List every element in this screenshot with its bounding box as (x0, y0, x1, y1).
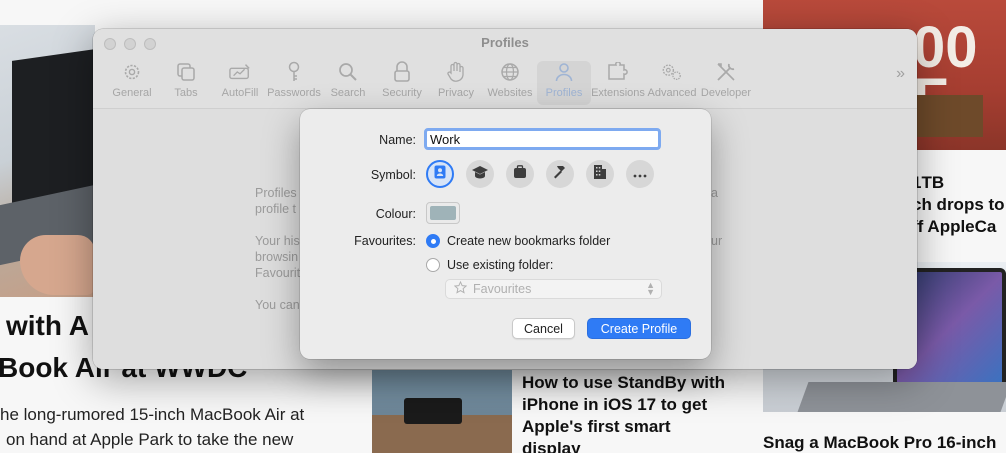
symbol-option-building[interactable] (586, 160, 614, 188)
star-icon (453, 280, 468, 297)
colour-well[interactable] (426, 202, 460, 224)
radio-label: Use existing folder: (447, 258, 554, 272)
tabs-icon (175, 61, 197, 83)
tab-passwords[interactable]: Passwords (267, 61, 321, 105)
window-titlebar: Profiles General Tabs AutoFill Passwords… (93, 29, 917, 109)
tab-tabs[interactable]: Tabs (159, 61, 213, 105)
tab-security[interactable]: Security (375, 61, 429, 105)
body-left-1: he long-rumored 15-inch MacBook Air at (0, 405, 305, 424)
tab-extensions[interactable]: Extensions (591, 61, 645, 105)
story-right-1[interactable]: 1TB ch drops to ff AppleCa (912, 172, 1005, 238)
tab-developer[interactable]: Developer (699, 61, 753, 105)
search-icon (337, 61, 359, 83)
tab-autofill[interactable]: AutoFill (213, 61, 267, 105)
body-left-2: on hand at Apple Park to take the new (6, 430, 294, 449)
graduation-cap-icon (471, 165, 489, 184)
symbol-picker (426, 160, 654, 188)
folder-select-value: Favourites (473, 282, 532, 296)
create-profile-button[interactable]: Create Profile (587, 318, 691, 339)
tab-general[interactable]: General (105, 61, 159, 105)
building-icon (593, 164, 607, 185)
article-image-laptop[interactable] (0, 25, 95, 297)
tab-search[interactable]: Search (321, 61, 375, 105)
story-center[interactable]: How to use StandBy with iPhone in iOS 17… (522, 372, 725, 453)
tab-profiles[interactable]: Profiles (537, 61, 591, 105)
puzzle-icon (607, 61, 629, 83)
toolbar-overflow-icon[interactable]: » (896, 65, 905, 83)
key-icon (283, 61, 305, 83)
colour-label: Colour: (375, 207, 416, 221)
ghost-text: browsin (255, 250, 299, 264)
ghost-text: profile t (255, 202, 296, 216)
globe-icon (499, 61, 521, 83)
autofill-icon (229, 61, 251, 83)
new-profile-sheet: Name: Symbol: (300, 109, 711, 359)
briefcase-icon (513, 164, 527, 184)
radio-use-existing-folder[interactable]: Use existing folder: (426, 258, 553, 272)
hand-icon (445, 61, 467, 83)
symbol-option-more[interactable] (626, 160, 654, 188)
symbol-option-graduation[interactable] (466, 160, 494, 188)
profile-name-input[interactable] (424, 128, 661, 150)
colour-swatch (430, 206, 456, 220)
cancel-button[interactable]: Cancel (512, 318, 575, 339)
existing-folder-select[interactable]: Favourites ▲ ▼ (445, 279, 662, 299)
tab-websites[interactable]: Websites (483, 61, 537, 105)
radio-create-new-folder[interactable]: Create new bookmarks folder (426, 234, 610, 248)
ghost-text: You can (255, 298, 300, 312)
window-title: Profiles (481, 35, 529, 50)
radio-label: Create new bookmarks folder (447, 234, 611, 248)
radio-button (426, 234, 440, 248)
lock-icon (391, 61, 413, 83)
tools-icon (715, 61, 737, 83)
hammer-icon (552, 164, 568, 185)
favourites-label: Favourites: (354, 234, 416, 248)
symbol-option-person-badge[interactable] (426, 160, 454, 188)
tab-advanced[interactable]: Advanced (645, 61, 699, 105)
settings-toolbar: General Tabs AutoFill Passwords Search S… (105, 61, 753, 105)
more-icon (633, 165, 647, 183)
person-badge-icon (434, 165, 446, 184)
article-image-standby[interactable] (372, 370, 512, 453)
person-icon (553, 61, 575, 83)
ghost-text: a (711, 186, 718, 200)
gear-icon (121, 61, 143, 83)
radio-button (426, 258, 440, 272)
headline-left-1[interactable]: with A (6, 310, 89, 342)
gears-icon (661, 61, 683, 83)
symbol-label: Symbol: (370, 168, 416, 182)
chevron-updown-icon: ▲ ▼ (646, 280, 655, 297)
symbol-option-briefcase[interactable] (506, 160, 534, 188)
ghost-text: Profiles (255, 186, 297, 200)
symbol-option-hammer[interactable] (546, 160, 574, 188)
name-label: Name: (379, 133, 416, 147)
tab-privacy[interactable]: Privacy (429, 61, 483, 105)
ghost-text: ur (711, 234, 723, 248)
ghost-text: Favourit (255, 266, 301, 280)
story-right-2[interactable]: Snag a MacBook Pro 16-inch (763, 432, 996, 453)
ghost-text: Your his (255, 234, 300, 248)
